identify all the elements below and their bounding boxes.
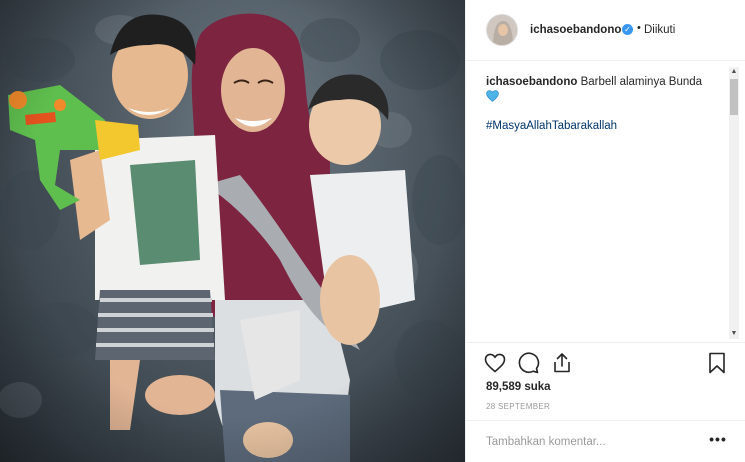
post-date[interactable]: 28 SEPTEMBER [486, 402, 550, 411]
comments-area: ichasoebandono Barbell alaminya Bunda #M… [466, 62, 745, 342]
header-username[interactable]: ichasoebandono [530, 24, 621, 36]
post-photo[interactable] [0, 0, 465, 462]
scrollbar-thumb[interactable] [730, 79, 738, 115]
caption-text: Barbell alaminya Bunda [580, 76, 703, 88]
post-header: ichasoebandono ✓ • Diikuti [466, 0, 745, 61]
comment-icon[interactable] [516, 351, 540, 375]
post-actions: 89,589 suka 28 SEPTEMBER [466, 342, 745, 432]
family-photo-illustration [0, 0, 465, 462]
scroll-down-arrow-icon[interactable]: ▼ [729, 329, 739, 339]
post-side-panel: ichasoebandono ✓ • Diikuti ichasoebandon… [465, 0, 745, 462]
likes-count[interactable]: 89,589 suka [486, 381, 551, 393]
add-comment-section: ••• [466, 420, 745, 462]
header-separator: • [637, 22, 641, 34]
avatar-image [487, 15, 517, 45]
instagram-post: ichasoebandono ✓ • Diikuti ichasoebandon… [0, 0, 745, 462]
verified-badge-icon: ✓ [622, 24, 633, 35]
heart-icon[interactable] [483, 351, 507, 375]
caption: ichasoebandono Barbell alaminya Bunda [486, 74, 724, 90]
caption-username[interactable]: ichasoebandono [486, 76, 577, 88]
blue-heart-icon [486, 90, 499, 102]
avatar[interactable] [486, 14, 518, 46]
follow-button[interactable]: Diikuti [644, 24, 675, 36]
comments-scrollbar[interactable]: ▲ ▼ [729, 67, 739, 339]
scroll-up-arrow-icon[interactable]: ▲ [729, 67, 739, 77]
share-icon[interactable] [550, 351, 574, 375]
bookmark-icon[interactable] [705, 351, 729, 375]
comment-input[interactable] [486, 433, 686, 451]
hashtag-link[interactable]: #MasyaAllahTabarakallah [486, 120, 617, 132]
more-options-icon[interactable]: ••• [709, 432, 727, 450]
